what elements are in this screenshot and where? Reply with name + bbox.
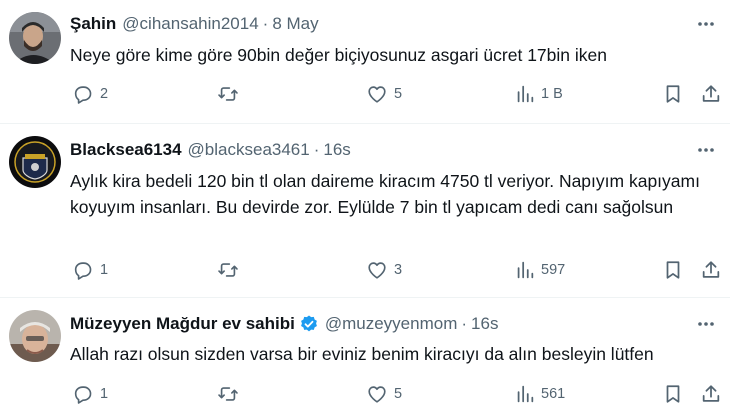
timestamp[interactable]: 8 May [272, 14, 318, 34]
user-handle[interactable]: @cihansahin2014 [122, 14, 258, 34]
timestamp[interactable]: 16s [471, 314, 498, 334]
share-icon [702, 261, 720, 278]
more-options-button[interactable] [694, 138, 718, 162]
retweet-icon [218, 87, 238, 101]
views-button[interactable]: 561 [515, 380, 565, 408]
separator-dot: · [262, 14, 269, 33]
more-icon [698, 322, 714, 326]
like-icon [368, 262, 386, 279]
share-button[interactable] [700, 80, 722, 108]
verified-badge-icon [300, 315, 317, 332]
share-icon [702, 385, 720, 402]
tweet-1[interactable]: Şahin @cihansahin2014 · 8 May Neye göre … [0, 0, 730, 123]
tweet-text: Neye göre kime göre 90bin değer biçiyosu… [70, 45, 607, 65]
like-button[interactable]: 3 [366, 256, 402, 284]
reply-count: 2 [100, 86, 109, 102]
retweet-button[interactable] [216, 80, 246, 108]
like-count: 5 [394, 386, 403, 402]
tweet-text: Aylık kira bedeli 120 bin tl olan dairem… [70, 171, 700, 217]
retweet-button[interactable] [216, 256, 246, 284]
more-icon [698, 148, 714, 152]
reply-button[interactable]: 2 [72, 80, 108, 108]
bookmark-button[interactable] [662, 256, 684, 284]
reply-icon [74, 262, 92, 280]
like-icon [368, 86, 386, 103]
tweet-actions: 1 5 561 [0, 380, 730, 408]
share-icon [702, 85, 720, 102]
tweet-header: Blacksea6134 @blacksea3461 · 16s [70, 138, 351, 162]
like-count: 5 [394, 86, 403, 102]
retweet-button[interactable] [216, 380, 246, 408]
views-count: 1 B [541, 86, 563, 102]
reply-count: 1 [100, 386, 109, 402]
reply-count: 1 [100, 262, 109, 278]
reply-button[interactable]: 1 [72, 256, 108, 284]
display-name[interactable]: Blacksea6134 [70, 140, 182, 160]
share-button[interactable] [700, 380, 722, 408]
bookmark-icon [666, 85, 680, 103]
views-count: 561 [541, 386, 566, 402]
avatar[interactable] [9, 12, 61, 64]
reply-button[interactable]: 1 [72, 380, 108, 408]
bookmark-icon [666, 385, 680, 403]
like-button[interactable]: 5 [366, 380, 402, 408]
tweet-header: Şahin @cihansahin2014 · 8 May [70, 12, 319, 36]
share-button[interactable] [700, 256, 722, 284]
user-handle[interactable]: @blacksea3461 [188, 140, 310, 160]
user-handle[interactable]: @muzeyyenmom [325, 314, 458, 334]
more-options-button[interactable] [694, 12, 718, 36]
reply-icon [74, 86, 92, 104]
retweet-icon [218, 387, 238, 401]
retweet-icon [218, 263, 238, 277]
views-icon [517, 261, 534, 279]
views-count: 597 [541, 262, 566, 278]
more-options-button[interactable] [694, 312, 718, 336]
like-icon [368, 386, 386, 403]
display-name[interactable]: Şahin [70, 14, 116, 34]
like-button[interactable]: 5 [366, 80, 402, 108]
separator-dot: · [313, 140, 320, 159]
views-button[interactable]: 1 B [515, 80, 563, 108]
bookmark-button[interactable] [662, 380, 684, 408]
avatar[interactable] [9, 310, 61, 362]
bookmark-button[interactable] [662, 80, 684, 108]
views-icon [517, 85, 534, 103]
avatar[interactable] [9, 136, 61, 188]
tweet-header: Müzeyyen Mağdur ev sahibi @muzeyyenmom ·… [70, 312, 498, 336]
reply-icon [74, 386, 92, 404]
tweet-3[interactable]: Müzeyyen Mağdur ev sahibi @muzeyyenmom ·… [0, 298, 730, 420]
tweet-text: Allah razı olsun sizden varsa bir eviniz… [70, 344, 654, 364]
tweet-actions: 2 5 1 B [0, 80, 730, 108]
more-icon [698, 22, 714, 26]
views-button[interactable]: 597 [515, 256, 565, 284]
separator-dot: · [461, 314, 468, 333]
like-count: 3 [394, 262, 403, 278]
views-icon [517, 385, 534, 403]
display-name[interactable]: Müzeyyen Mağdur ev sahibi [70, 314, 295, 334]
timestamp[interactable]: 16s [323, 140, 350, 160]
tweet-2[interactable]: Blacksea6134 @blacksea3461 · 16s Aylık k… [0, 124, 730, 297]
tweet-actions: 1 3 597 [0, 256, 730, 284]
bookmark-icon [666, 261, 680, 279]
